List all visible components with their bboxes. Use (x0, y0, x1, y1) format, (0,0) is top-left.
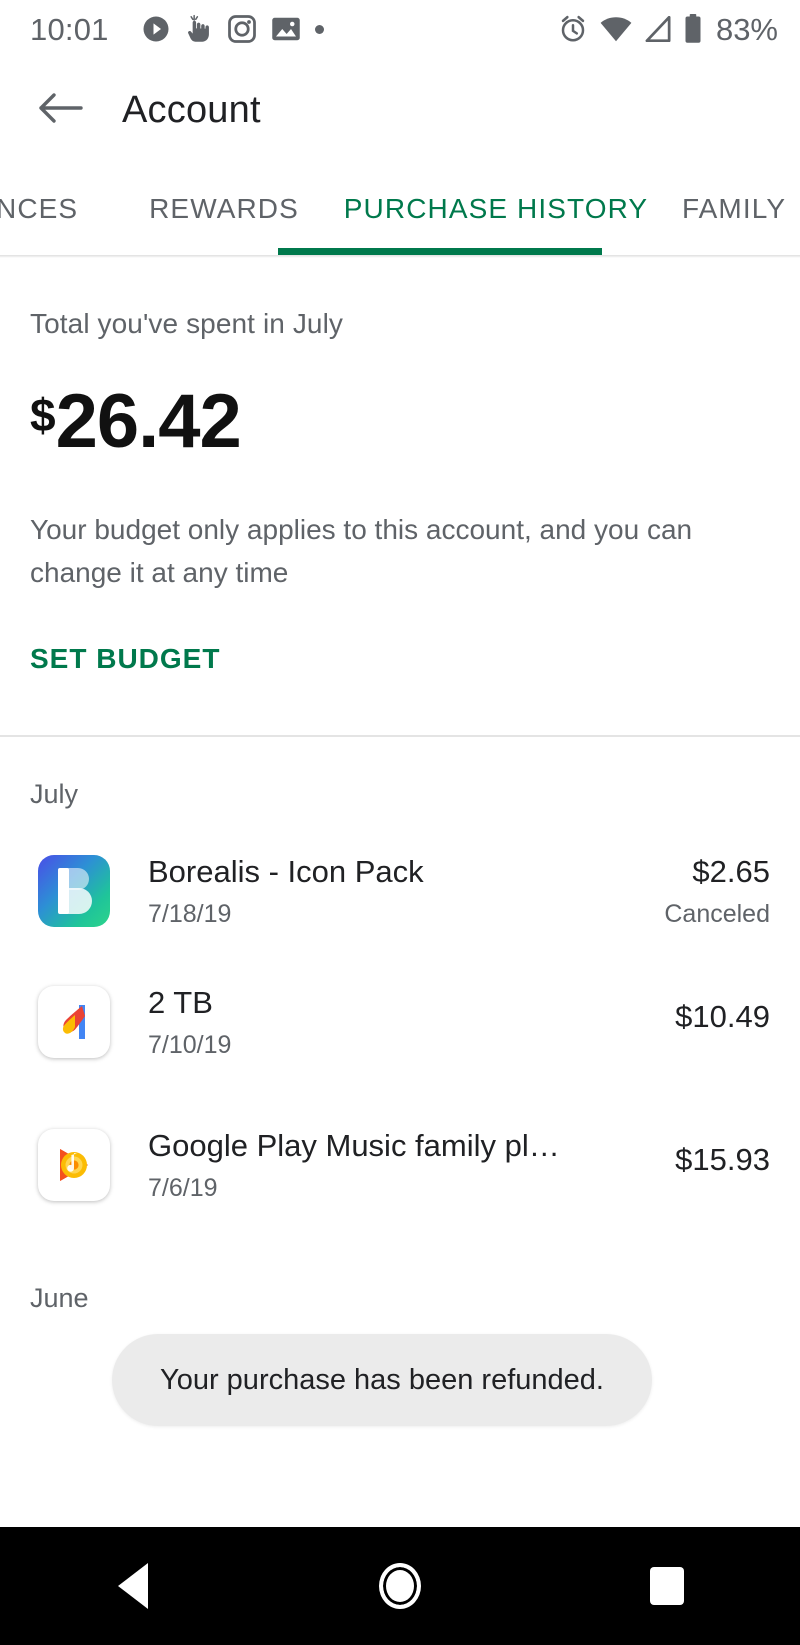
purchase-date: 7/10/19 (148, 1030, 232, 1059)
budget-card: Total you've spent in July $ 26.42 Your … (0, 258, 800, 675)
budget-currency-symbol: $ (30, 389, 56, 441)
budget-amount: $ 26.42 (30, 384, 770, 460)
budget-total-label: Total you've spent in July (30, 308, 344, 339)
tab-family-label: FAMILY (682, 193, 787, 224)
page-title: Account (122, 89, 261, 131)
toast-snackbar: Your purchase has been refunded. (112, 1334, 652, 1426)
tab-purchase-history[interactable]: PURCHASE HISTORY (334, 163, 658, 255)
home-circle-icon (378, 1563, 421, 1609)
battery-percent-label: 83% (715, 11, 778, 47)
purchase-price: $2.65 (692, 853, 770, 889)
month-header-july: July (30, 778, 79, 809)
tab-bar: NCES REWARDS PURCHASE HISTORY FAMILY (0, 163, 800, 255)
tab-purchase-history-label: PURCHASE HISTORY (343, 193, 649, 224)
purchase-amount-block: $15.93 (661, 1142, 770, 1188)
phone-screen: 10:01 83% Account NCES REWARDS PURCHASE … (0, 0, 800, 1645)
toast-message: Your purchase has been refunded. (160, 1363, 604, 1396)
system-navigation-bar (0, 1527, 800, 1645)
purchase-info: Borealis - Icon Pack 7/18/19 (110, 854, 650, 929)
purchase-info: Google Play Music family pl… 7/6/19 (110, 1128, 661, 1203)
nav-home-button[interactable] (330, 1527, 470, 1645)
purchase-price: $15.93 (675, 1142, 770, 1178)
tab-balances-label: NCES (0, 193, 79, 224)
wifi-icon (600, 16, 632, 42)
nav-recents-button[interactable] (597, 1527, 737, 1645)
purchase-amount-block: $2.65 Canceled (650, 854, 770, 929)
cellular-signal-icon (644, 16, 672, 42)
budget-amount-value: 26.42 (55, 379, 242, 464)
back-triangle-icon (118, 1563, 149, 1609)
touch-pointer-icon (185, 14, 213, 44)
purchase-title: Google Play Music family pl… (148, 1127, 560, 1163)
tab-balances[interactable]: NCES (0, 163, 114, 255)
table-row[interactable]: Borealis - Icon Pack 7/18/19 $2.65 Cance… (0, 832, 800, 951)
tab-rewards[interactable]: REWARDS (114, 163, 334, 255)
active-tab-indicator (278, 248, 602, 255)
back-button[interactable] (30, 81, 90, 141)
borealis-icon-pack-icon (38, 855, 110, 928)
google-one-icon (38, 986, 110, 1059)
purchase-info: 2 TB 7/10/19 (110, 985, 661, 1060)
status-bar-clock: 10:01 (30, 11, 109, 47)
image-icon (271, 15, 301, 43)
google-play-music-glyph (60, 1149, 88, 1182)
tab-rewards-label: REWARDS (149, 193, 299, 224)
dot-icon (314, 24, 324, 34)
alarm-icon (558, 14, 588, 44)
google-one-glyph (62, 1005, 85, 1040)
purchase-title: 2 TB (148, 984, 213, 1020)
recents-square-icon (649, 1567, 684, 1605)
play-circle-icon (141, 14, 171, 44)
arrow-back-icon (37, 91, 83, 130)
purchase-list: Borealis - Icon Pack 7/18/19 $2.65 Cance… (0, 832, 800, 1237)
table-row[interactable]: Google Play Music family pl… 7/6/19 $15.… (0, 1094, 800, 1237)
status-bar-right: 83% (558, 14, 778, 45)
nav-back-button[interactable] (63, 1527, 203, 1645)
content-area: Total you've spent in July $ 26.42 Your … (0, 258, 800, 1314)
purchase-amount-block: $10.49 (661, 999, 770, 1045)
battery-icon (684, 14, 702, 44)
status-bar: 10:01 83% (0, 0, 800, 58)
purchase-price: $10.49 (675, 999, 770, 1035)
purchase-date: 7/6/19 (148, 1173, 218, 1202)
status-badge: Canceled (664, 899, 770, 928)
purchase-date: 7/18/19 (148, 899, 232, 928)
app-bar: Account (0, 58, 800, 163)
table-row[interactable]: 2 TB 7/10/19 $10.49 (0, 951, 800, 1094)
tab-family[interactable]: FAMILY (658, 163, 786, 255)
budget-description: Your budget only applies to this account… (30, 514, 693, 589)
instagram-icon (227, 14, 257, 44)
status-bar-left: 10:01 (30, 14, 558, 45)
google-play-music-icon (38, 1129, 110, 1202)
set-budget-button[interactable]: SET BUDGET (30, 643, 220, 675)
month-header-june: June (30, 1282, 89, 1313)
purchase-title: Borealis - Icon Pack (148, 853, 424, 889)
